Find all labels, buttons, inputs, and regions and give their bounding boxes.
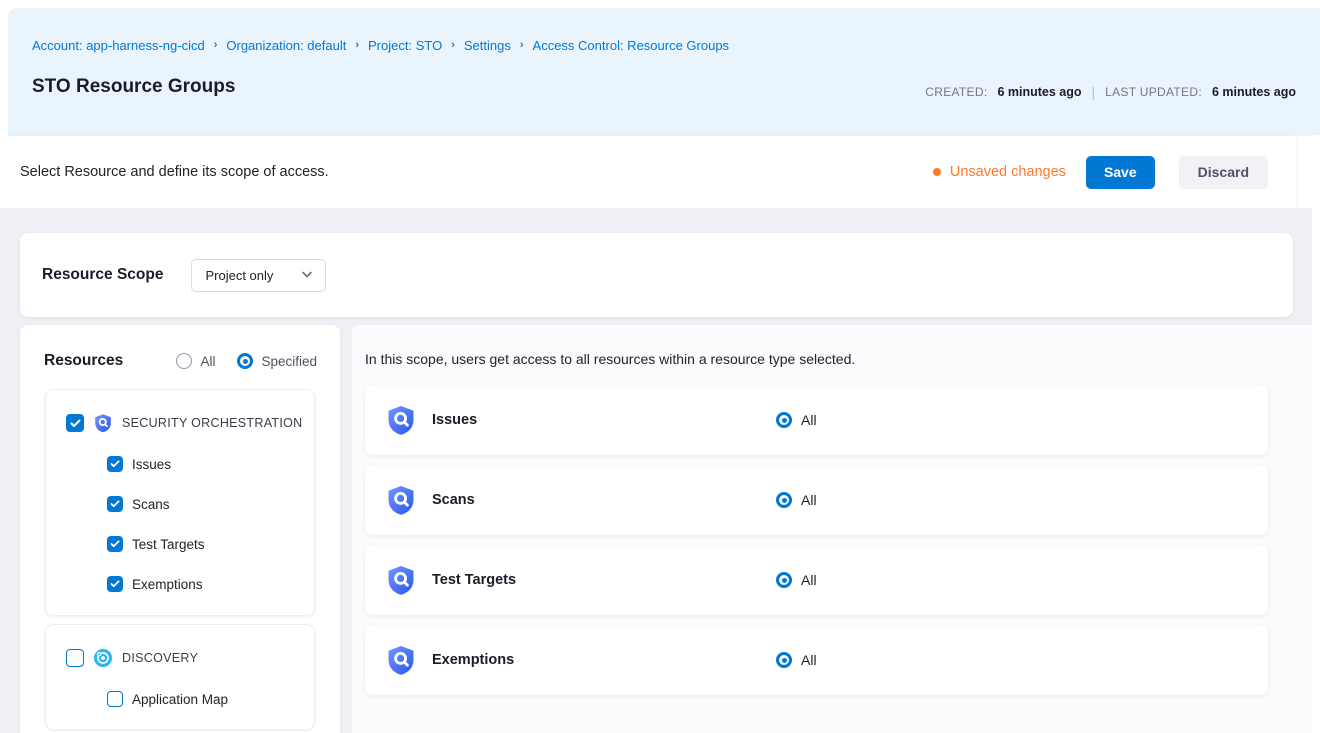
resources-mode-radios: All Specified xyxy=(176,353,317,369)
page-title: STO Resource Groups xyxy=(32,76,235,98)
radio-all[interactable]: All xyxy=(176,353,215,369)
sto-shield-icon xyxy=(93,413,113,433)
resources-panel: Resources All Specified xyxy=(20,325,340,733)
breadcrumb-project-link[interactable]: Project: STO xyxy=(368,38,442,53)
breadcrumb-separator-icon: › xyxy=(451,39,455,51)
radio-all-icon[interactable] xyxy=(176,353,192,369)
resource-scope-card: Resource Scope Project only xyxy=(20,233,1293,317)
row-scans-all-radio[interactable] xyxy=(776,492,792,508)
breadcrumb-separator-icon: › xyxy=(355,39,359,51)
header-meta: CREATED: 6 minutes ago | LAST UPDATED: 6… xyxy=(925,84,1296,100)
discovery-target-icon xyxy=(93,648,113,668)
exemptions-label: Exemptions xyxy=(132,577,203,592)
last-updated-label: LAST UPDATED: xyxy=(1105,85,1202,99)
meta-divider: | xyxy=(1092,84,1096,100)
issues-checkbox[interactable] xyxy=(107,456,123,472)
sto-shield-icon xyxy=(385,644,417,676)
resource-row-issues: Issues All xyxy=(365,385,1268,455)
chevron-down-icon xyxy=(301,271,313,279)
resource-row-test-targets: Test Targets All xyxy=(365,545,1268,615)
row-label-test-targets: Test Targets xyxy=(432,572,776,588)
page-header: Account: app-harness-ng-cicd › Organizat… xyxy=(8,8,1320,136)
row-test-targets-all-radio[interactable] xyxy=(776,572,792,588)
resource-scope-selected-value: Project only xyxy=(205,268,273,283)
created-label: CREATED: xyxy=(925,85,987,99)
resource-item-exemptions[interactable]: Exemptions xyxy=(107,576,314,592)
security-orchestration-label: SECURITY ORCHESTRATION xyxy=(122,416,302,430)
scope-detail-panel: In this scope, users get access to all r… xyxy=(352,325,1312,733)
scope-description: In this scope, users get access to all r… xyxy=(365,351,855,367)
resource-item-test-targets[interactable]: Test Targets xyxy=(107,536,314,552)
resource-rows: Issues All Scans All xyxy=(365,385,1268,705)
unsaved-changes-label: Unsaved changes xyxy=(950,164,1066,180)
row-issues-all-label: All xyxy=(801,412,817,428)
breadcrumb-separator-icon: › xyxy=(214,39,218,51)
toolbar-description: Select Resource and define its scope of … xyxy=(20,164,329,180)
resource-scope-label: Resource Scope xyxy=(42,266,163,284)
test-targets-label: Test Targets xyxy=(132,537,205,552)
discovery-checkbox[interactable] xyxy=(66,649,84,667)
vertical-scrollbar[interactable] xyxy=(1312,135,1320,733)
radio-specified[interactable]: Specified xyxy=(237,353,317,369)
row-label-scans: Scans xyxy=(432,492,776,508)
radio-specified-icon[interactable] xyxy=(237,353,253,369)
last-updated-value: 6 minutes ago xyxy=(1212,85,1296,99)
row-exemptions-all-radio[interactable] xyxy=(776,652,792,668)
row-label-exemptions: Exemptions xyxy=(432,652,776,668)
test-targets-checkbox[interactable] xyxy=(107,536,123,552)
action-toolbar: Select Resource and define its scope of … xyxy=(0,136,1296,208)
sto-shield-icon xyxy=(385,404,417,436)
resource-row-scans: Scans All xyxy=(365,465,1268,535)
breadcrumb-settings-link[interactable]: Settings xyxy=(464,38,511,53)
scans-checkbox[interactable] xyxy=(107,496,123,512)
issues-label: Issues xyxy=(132,457,171,472)
created-value: 6 minutes ago xyxy=(997,85,1081,99)
breadcrumb-access-control-link[interactable]: Access Control: Resource Groups xyxy=(533,38,730,53)
resource-group-discovery: DISCOVERY Application Map xyxy=(45,624,315,730)
exemptions-checkbox[interactable] xyxy=(107,576,123,592)
save-button[interactable]: Save xyxy=(1086,156,1155,189)
sto-shield-icon xyxy=(385,564,417,596)
breadcrumb-organization-link[interactable]: Organization: default xyxy=(226,38,346,53)
resource-item-application-map[interactable]: Application Map xyxy=(107,691,314,707)
resource-item-issues[interactable]: Issues xyxy=(107,456,314,472)
unsaved-changes-badge: Unsaved changes xyxy=(933,164,1066,180)
row-scans-all-label: All xyxy=(801,492,817,508)
discard-button[interactable]: Discard xyxy=(1179,156,1268,189)
radio-all-label: All xyxy=(200,354,215,369)
radio-specified-label: Specified xyxy=(261,354,317,369)
discovery-label: DISCOVERY xyxy=(122,651,198,665)
resource-row-exemptions: Exemptions All xyxy=(365,625,1268,695)
row-issues-all-radio[interactable] xyxy=(776,412,792,428)
application-map-label: Application Map xyxy=(132,692,228,707)
resources-title: Resources xyxy=(44,352,123,370)
breadcrumb-separator-icon: › xyxy=(520,39,524,51)
scans-label: Scans xyxy=(132,497,170,512)
security-orchestration-checkbox[interactable] xyxy=(66,414,84,432)
row-test-targets-all-label: All xyxy=(801,572,817,588)
breadcrumb: Account: app-harness-ng-cicd › Organizat… xyxy=(32,38,729,53)
resource-scope-dropdown[interactable]: Project only xyxy=(191,259,326,292)
application-map-checkbox[interactable] xyxy=(107,691,123,707)
unsaved-dot-icon xyxy=(933,168,941,176)
row-exemptions-all-label: All xyxy=(801,652,817,668)
row-label-issues: Issues xyxy=(432,412,776,428)
resource-item-scans[interactable]: Scans xyxy=(107,496,314,512)
resource-group-security-orchestration: SECURITY ORCHESTRATION Issues Scans Test… xyxy=(45,389,315,616)
breadcrumb-account-link[interactable]: Account: app-harness-ng-cicd xyxy=(32,38,205,53)
sto-shield-icon xyxy=(385,484,417,516)
